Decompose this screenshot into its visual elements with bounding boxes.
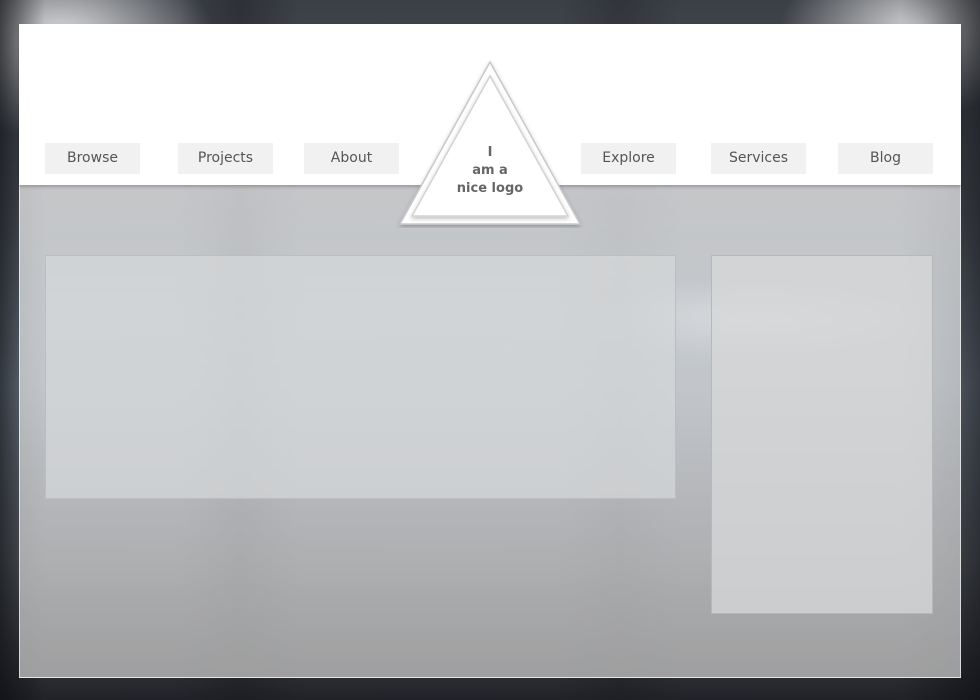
logo-text: I am a nice logo — [440, 144, 540, 198]
page: Browse Projects About Explore Services B… — [0, 0, 980, 700]
nav-projects-button[interactable]: Projects — [178, 143, 273, 174]
logo-text-line-3: nice logo — [456, 181, 524, 196]
main-content-placeholder — [45, 255, 676, 499]
logo-triangle-icon — [398, 60, 582, 225]
logo[interactable]: I am a nice logo — [396, 58, 584, 228]
nav-explore-button[interactable]: Explore — [581, 143, 676, 174]
logo-text-line-2: am a — [472, 163, 508, 178]
sidebar-content-placeholder — [711, 255, 933, 614]
nav-browse-button[interactable]: Browse — [45, 143, 140, 174]
logo-text-line-1: I — [487, 145, 493, 160]
nav-services-button[interactable]: Services — [711, 143, 806, 174]
nav-about-button[interactable]: About — [304, 143, 399, 174]
nav-blog-button[interactable]: Blog — [838, 143, 933, 174]
